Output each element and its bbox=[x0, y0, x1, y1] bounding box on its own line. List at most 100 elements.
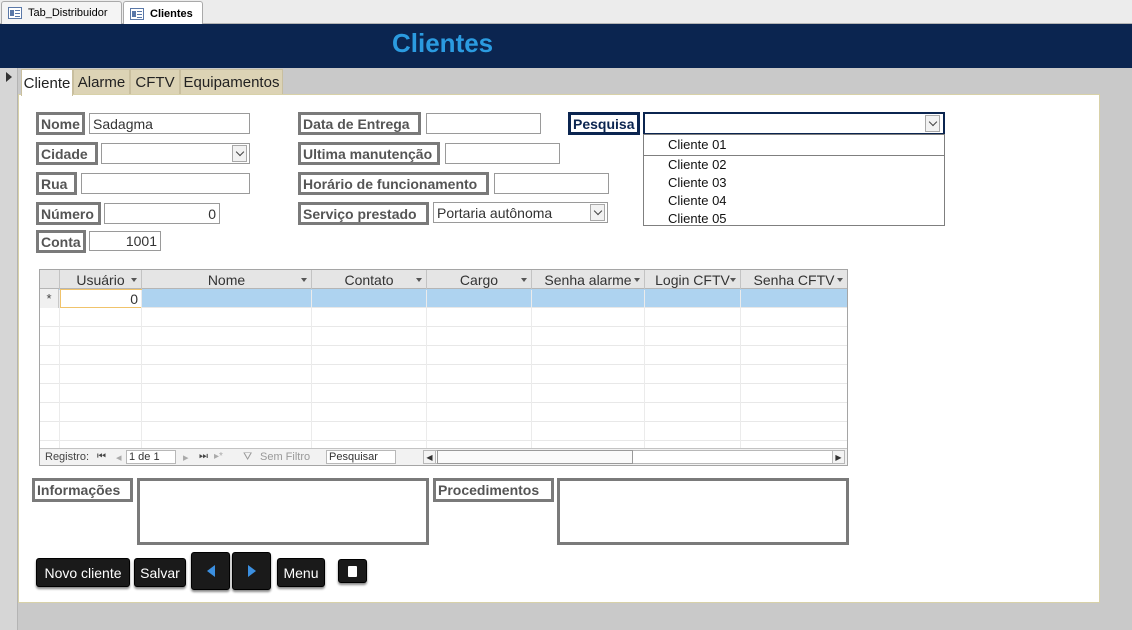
trash-icon bbox=[348, 565, 357, 577]
nome-label: Nome bbox=[36, 112, 85, 135]
procedimentos-textarea[interactable] bbox=[557, 478, 849, 545]
horario-label: Horário de funcionamento bbox=[298, 172, 489, 195]
table-row-empty bbox=[40, 327, 847, 346]
arrow-right-icon bbox=[247, 565, 256, 577]
current-record-icon bbox=[6, 72, 12, 82]
conta-field[interactable]: 1001 bbox=[89, 231, 161, 251]
table-row-new[interactable] bbox=[40, 289, 847, 308]
select-all-corner[interactable] bbox=[40, 270, 60, 289]
column-header-nome[interactable]: Nome bbox=[142, 270, 312, 289]
previous-record-icon[interactable]: ◂ bbox=[116, 451, 122, 464]
chevron-down-icon bbox=[593, 206, 602, 216]
dropdown-option[interactable]: Cliente 04 bbox=[644, 192, 944, 210]
pesquisa-dropdown-button[interactable] bbox=[925, 115, 940, 132]
dropdown-option[interactable]: Cliente 05 bbox=[644, 210, 944, 228]
salvar-button[interactable]: Salvar bbox=[134, 558, 186, 587]
menu-button[interactable]: Menu bbox=[277, 558, 325, 587]
sort-arrow-icon[interactable] bbox=[131, 278, 137, 282]
column-header-label: Cargo bbox=[459, 271, 499, 288]
scrollbar-thumb[interactable] bbox=[437, 450, 633, 464]
doc-tab-label: Clientes bbox=[150, 7, 193, 20]
column-divider bbox=[426, 290, 427, 448]
column-header-usuario[interactable]: Usuário bbox=[60, 270, 142, 289]
record-navigation-bar: Registro: ⏮ ◂ 1 de 1 ▸ ⏭ ▸* ⛛ Sem Filtro… bbox=[40, 448, 847, 465]
table-row-empty bbox=[40, 422, 847, 441]
column-header-label: Usuário bbox=[76, 271, 125, 288]
column-header-label: Senha alarme bbox=[544, 271, 632, 288]
informacoes-textarea[interactable] bbox=[137, 478, 429, 545]
filter-status[interactable]: Sem Filtro bbox=[260, 451, 310, 463]
form-icon bbox=[130, 7, 144, 20]
dropdown-option[interactable]: Cliente 03 bbox=[644, 174, 944, 192]
rua-label: Rua bbox=[36, 172, 77, 195]
record-position-field[interactable]: 1 de 1 bbox=[126, 450, 176, 464]
filter-icon: ⛛ bbox=[243, 451, 253, 463]
cidade-combo[interactable] bbox=[101, 143, 250, 164]
ultima-manutencao-field[interactable] bbox=[445, 143, 560, 164]
nome-field[interactable]: Sadagma bbox=[89, 113, 250, 134]
form-icon bbox=[8, 7, 22, 19]
table-row-empty bbox=[40, 403, 847, 422]
rua-field[interactable] bbox=[81, 173, 250, 194]
column-divider bbox=[531, 290, 532, 448]
column-header-senha-alarme[interactable]: Senha alarme bbox=[532, 270, 645, 289]
next-record-button[interactable] bbox=[232, 552, 271, 590]
dropdown-option[interactable]: Cliente 01 bbox=[644, 135, 944, 156]
column-divider bbox=[740, 290, 741, 448]
users-datasheet: Usuário Nome Contato Cargo Senha alarme … bbox=[39, 269, 848, 466]
numero-label: Número bbox=[36, 202, 101, 225]
sort-arrow-icon[interactable] bbox=[837, 278, 843, 282]
doc-tab-tab-distribuidor[interactable]: Tab_Distribuidor bbox=[1, 1, 122, 24]
column-header-label: Senha CFTV bbox=[753, 271, 835, 288]
ultima-manutencao-label: Ultima manutenção bbox=[298, 142, 440, 165]
column-divider bbox=[311, 290, 312, 448]
column-divider bbox=[141, 290, 142, 448]
column-header-contato[interactable]: Contato bbox=[312, 270, 427, 289]
table-row-empty bbox=[40, 308, 847, 327]
chevron-down-icon bbox=[928, 117, 937, 127]
table-row-empty bbox=[40, 365, 847, 384]
servico-combo[interactable]: Portaria autônoma bbox=[433, 202, 608, 223]
tab-cftv[interactable]: CFTV bbox=[130, 69, 180, 95]
data-entrega-field[interactable] bbox=[426, 113, 541, 134]
servico-label: Serviço prestado bbox=[298, 202, 429, 225]
delete-button[interactable] bbox=[338, 559, 367, 583]
next-record-icon[interactable]: ▸ bbox=[183, 451, 189, 464]
previous-record-button[interactable] bbox=[191, 552, 230, 590]
sort-arrow-icon[interactable] bbox=[301, 278, 307, 282]
column-header-senha-cftv[interactable]: Senha CFTV bbox=[741, 270, 847, 289]
last-record-icon[interactable]: ⏭ bbox=[199, 451, 208, 462]
new-record-marker: * bbox=[40, 289, 59, 308]
doc-tab-clientes[interactable]: Clientes bbox=[123, 1, 203, 25]
first-record-icon[interactable]: ⏮ bbox=[97, 451, 106, 462]
datasheet-search-input[interactable]: Pesquisar bbox=[326, 450, 396, 464]
sort-arrow-icon[interactable] bbox=[521, 278, 527, 282]
servico-dropdown-button[interactable] bbox=[590, 204, 605, 221]
cidade-dropdown-button[interactable] bbox=[232, 145, 247, 162]
column-divider bbox=[644, 290, 645, 448]
novo-cliente-button[interactable]: Novo cliente bbox=[36, 558, 130, 587]
pesquisa-combo[interactable] bbox=[643, 112, 945, 135]
scroll-right-icon[interactable]: ▶ bbox=[832, 450, 845, 464]
column-header-login-cftv[interactable]: Login CFTV bbox=[645, 270, 741, 289]
column-header-label: Nome bbox=[207, 271, 246, 288]
usuario-cell[interactable]: 0 bbox=[60, 289, 142, 308]
tab-equipamentos[interactable]: Equipamentos bbox=[180, 69, 283, 95]
procedimentos-label: Procedimentos bbox=[433, 478, 554, 502]
column-header-cargo[interactable]: Cargo bbox=[427, 270, 532, 289]
informacoes-label: Informações bbox=[32, 478, 133, 502]
column-header-label: Login CFTV bbox=[655, 271, 730, 288]
tab-alarme[interactable]: Alarme bbox=[73, 69, 130, 95]
record-selector[interactable] bbox=[0, 68, 18, 630]
new-record-icon[interactable]: ▸* bbox=[214, 451, 223, 462]
tab-cliente[interactable]: Cliente bbox=[21, 69, 73, 96]
table-row-empty bbox=[40, 384, 847, 403]
dropdown-option[interactable]: Cliente 02 bbox=[644, 156, 944, 174]
sort-arrow-icon[interactable] bbox=[730, 278, 736, 282]
horario-field[interactable] bbox=[494, 173, 609, 194]
sort-arrow-icon[interactable] bbox=[634, 278, 640, 282]
numero-field[interactable]: 0 bbox=[104, 203, 220, 224]
scroll-left-icon[interactable]: ◀ bbox=[423, 450, 436, 464]
pesquisa-dropdown-list: Cliente 01 Cliente 02 Cliente 03 Cliente… bbox=[643, 134, 945, 226]
sort-arrow-icon[interactable] bbox=[416, 278, 422, 282]
